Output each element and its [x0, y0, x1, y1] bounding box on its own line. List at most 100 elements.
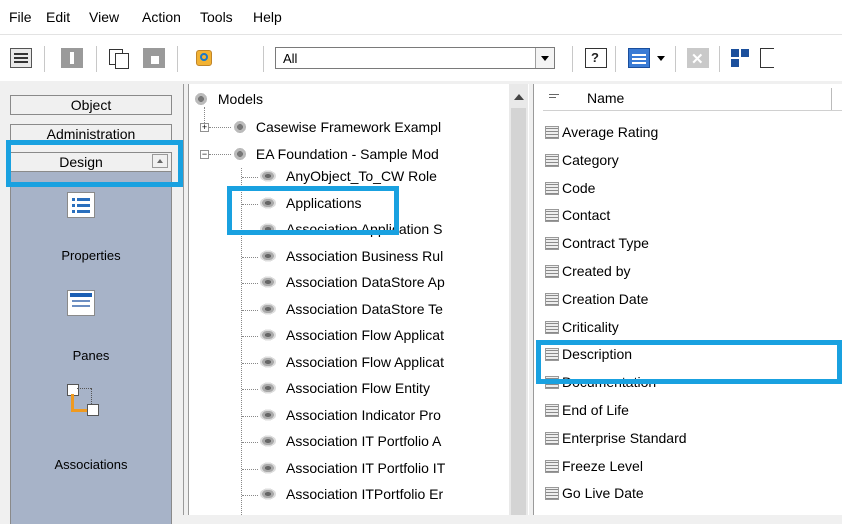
filter-combobox[interactable]: All — [275, 47, 555, 69]
list-item-label: Enterprise Standard — [562, 429, 687, 446]
table-icon[interactable] — [760, 48, 774, 68]
dropdown-arrow-icon[interactable] — [657, 56, 665, 61]
list-header: Name — [543, 88, 842, 111]
list-item[interactable]: Freeze Level — [545, 453, 643, 480]
tree-item-ea-foundation[interactable]: EA Foundation - Sample Mod — [232, 143, 439, 166]
list-item[interactable]: Average Rating — [545, 119, 658, 146]
list-item[interactable]: Creation Date — [545, 286, 648, 313]
tree-item[interactable]: Association Indicator Pro — [258, 404, 441, 427]
tree-item[interactable]: Association Flow Applicat — [258, 351, 444, 374]
delete-icon[interactable]: ✕ — [687, 48, 709, 68]
list-item[interactable]: Enterprise Standard — [545, 425, 687, 452]
list-item-label: Created by — [562, 263, 631, 279]
list-item-label: Criticality — [562, 318, 619, 335]
tree-item[interactable]: Association DataStore Te — [258, 298, 443, 321]
menu-file[interactable]: File — [9, 9, 32, 25]
tree-item-label: Association DataStore Ap — [286, 274, 445, 290]
tree-item[interactable]: Association DataStore Ap — [258, 271, 445, 294]
tree-item-label: Association Flow Applicat — [286, 327, 444, 343]
object-type-icon — [258, 248, 278, 263]
tree-line — [242, 177, 258, 178]
list-item[interactable]: Go Live Date — [545, 480, 644, 507]
panes-icon[interactable] — [67, 290, 95, 316]
sort-icon[interactable] — [549, 92, 560, 103]
tree-line — [242, 442, 258, 443]
field-icon — [545, 126, 559, 139]
tree-item[interactable]: AnyObject_To_CW Role — [258, 165, 437, 188]
grid-view-icon[interactable] — [628, 48, 650, 68]
info-icon[interactable] — [61, 48, 83, 68]
name-column-header[interactable]: Name — [587, 90, 624, 106]
tree-item[interactable]: Association ITPortfolio Er — [258, 483, 443, 506]
menu-edit[interactable]: Edit — [46, 9, 70, 25]
tree-line — [242, 283, 258, 284]
tree-item[interactable]: Association Business Rul — [258, 245, 443, 268]
field-icon — [545, 209, 559, 223]
list-item[interactable]: Category — [545, 147, 619, 174]
field-icon — [545, 237, 559, 251]
list-item[interactable]: Created by — [545, 258, 630, 285]
toolbar-separator — [719, 46, 720, 72]
menu-help[interactable]: Help — [253, 9, 282, 25]
applications-highlight — [227, 186, 399, 235]
layout-icon[interactable] — [730, 48, 752, 68]
tree-item-label: EA Foundation - Sample Mod — [255, 146, 439, 162]
tree-root-models[interactable]: Models — [194, 88, 263, 111]
help-icon[interactable]: ? — [585, 48, 607, 68]
menu-view[interactable]: View — [89, 9, 119, 25]
list-item-label: End of Life — [562, 402, 629, 418]
list-item[interactable]: Contact — [545, 202, 610, 229]
properties-icon[interactable] — [67, 192, 95, 218]
properties-toolbar-icon[interactable] — [10, 48, 32, 68]
list-item-label: Average Rating — [562, 124, 659, 140]
list-item-label: Category — [562, 151, 619, 168]
tree-item-label: Association DataStore Te — [286, 300, 443, 317]
tree-line — [242, 495, 258, 496]
list-item-label: Creation Date — [562, 290, 649, 307]
field-icon — [545, 459, 559, 473]
tree-item[interactable]: Association Flow Entity — [258, 377, 430, 400]
column-divider[interactable] — [831, 88, 832, 110]
list-item[interactable]: Code — [545, 175, 595, 202]
expand-icon[interactable]: + — [200, 123, 209, 132]
tree-item-label: Association Indicator Pro — [286, 406, 441, 423]
scroll-thumb[interactable] — [511, 108, 526, 515]
design-highlight — [6, 140, 183, 187]
menu-tools[interactable]: Tools — [200, 9, 233, 25]
tree-line — [209, 127, 231, 128]
panes-label[interactable]: Panes — [11, 348, 171, 363]
copy-icon[interactable] — [108, 48, 130, 69]
properties-label[interactable]: Properties — [11, 248, 171, 263]
tree-item[interactable]: Association Flow Applicat — [258, 324, 444, 347]
field-icon — [545, 320, 559, 334]
list-item[interactable]: Contract Type — [545, 230, 649, 257]
associations-icon[interactable] — [65, 382, 99, 418]
tree-line — [242, 362, 258, 364]
toolbar-separator — [615, 46, 616, 72]
menu-action[interactable]: Action — [142, 9, 181, 25]
list-item-label: Code — [562, 179, 596, 196]
object-type-icon — [258, 354, 278, 369]
toolbar-separator — [572, 46, 573, 72]
tree-line — [242, 336, 258, 337]
object-type-icon — [258, 328, 278, 342]
tree-item[interactable]: Association IT Portfolio IT — [258, 457, 445, 480]
list-item[interactable]: Criticality — [545, 314, 619, 341]
tree-item-label: Association Flow Applicat — [286, 353, 444, 370]
collapse-icon[interactable]: − — [200, 150, 209, 159]
list-item[interactable]: End of Life — [545, 397, 629, 424]
list-item-label: Contact — [562, 207, 611, 224]
refresh-icon[interactable] — [194, 48, 216, 68]
toolbar-separator — [177, 46, 178, 72]
tree-scrollbar[interactable] — [509, 84, 528, 515]
chevron-down-icon[interactable] — [535, 48, 554, 68]
menu-bar: File Edit View Action Tools Help — [0, 0, 842, 34]
associations-label[interactable]: Associations — [11, 457, 171, 472]
scroll-up-icon[interactable] — [514, 94, 524, 100]
paste-icon[interactable] — [143, 48, 165, 68]
tree-item[interactable]: Association IT Portfolio A — [258, 430, 441, 453]
object-bar[interactable]: Object — [10, 95, 172, 115]
object-type-icon — [258, 275, 278, 289]
filter-combobox-value: All — [283, 51, 298, 66]
tree-item-casewise-framework[interactable]: Casewise Framework Exampl — [232, 116, 441, 139]
